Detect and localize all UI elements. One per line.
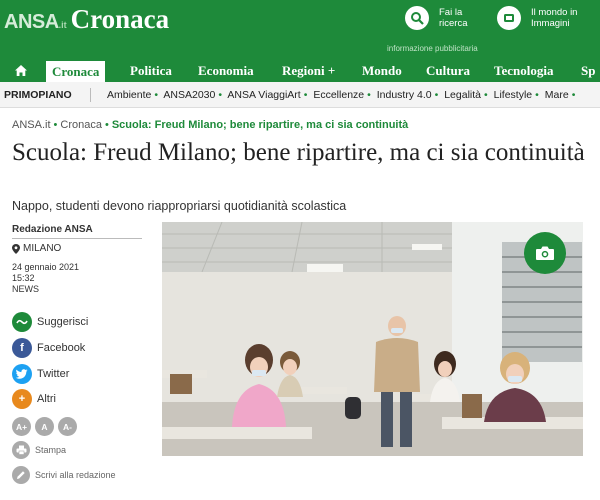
font-decrease-button[interactable]: A- [58, 417, 77, 436]
article-subtitle: Nappo, studenti devono riappropriarsi qu… [12, 199, 347, 213]
separator-dot: • [434, 89, 439, 101]
primopiano-label: PRIMOPIANO [4, 89, 72, 101]
share-suggest-label: Suggerisci [37, 316, 89, 328]
separator-dot: • [218, 89, 223, 101]
separator-dot: • [484, 89, 488, 101]
location-pin-icon [12, 243, 20, 254]
search-label-line1: Fai la [439, 7, 463, 18]
font-size-controls: A+ A A- [12, 417, 81, 436]
suggest-icon [12, 312, 32, 332]
divider [12, 238, 142, 239]
separator-dot: • [367, 89, 371, 101]
separator-dot: • [303, 89, 308, 101]
article-meta: Redazione ANSA MILANO 24 gennaio 2021 15… [12, 224, 152, 295]
breadcrumb-separator: • [104, 119, 109, 131]
section-title: Cronaca [70, 4, 170, 34]
subnav-link-legalita[interactable]: Legalità [444, 89, 481, 101]
nav-tab-cultura[interactable]: Cultura [424, 59, 472, 82]
share-facebook-label: Facebook [37, 342, 86, 354]
nav-tab-regioni[interactable]: Regioni + [280, 59, 337, 82]
world-label-line1: Il mondo in [531, 7, 578, 18]
breadcrumb-separator: • [53, 119, 58, 131]
classroom-photo [162, 222, 583, 456]
nav-tab-politica[interactable]: Politica [128, 59, 174, 82]
gallery-icon [497, 6, 521, 30]
world-images-label: Il mondo in Immagini [531, 7, 577, 29]
article-time: 15:32 [12, 273, 35, 283]
location-label: MILANO [23, 243, 62, 254]
home-icon [15, 65, 27, 76]
divider [90, 88, 91, 102]
share-facebook[interactable]: f Facebook [12, 338, 152, 358]
subnav-link-ambiente[interactable]: Ambiente [107, 89, 151, 101]
site-header: ANSA .it Cronaca Fai la ricerca Il mondo… [0, 0, 600, 59]
breadcrumb: ANSA.it • Cronaca • Scuola: Freud Milano; be… [12, 119, 408, 131]
search-icon [405, 6, 429, 30]
subnav-link-viaggiart[interactable]: ANSA ViaggiArt [227, 89, 300, 101]
article-category: NEWS [12, 284, 39, 294]
nav-tab-sport[interactable]: Sp [579, 59, 597, 82]
subnav-link-eccellenze[interactable]: Eccellenze [313, 89, 364, 101]
subnav-link-ansa2030[interactable]: ANSA2030 [163, 89, 215, 101]
article-location: MILANO [12, 243, 152, 254]
photo-gallery-button[interactable] [524, 232, 566, 274]
subnav-link-industry[interactable]: Industry 4.0 [377, 89, 432, 101]
print-icon [12, 441, 30, 459]
primopiano-links: Ambiente • ANSA2030 • ANSA ViaggiArt • Ecce… [107, 89, 578, 101]
nav-tab-cronaca[interactable]: Cronaca [46, 61, 106, 82]
breadcrumb-root[interactable]: ANSA.it [12, 119, 51, 131]
nav-tab-mondo[interactable]: Mondo [360, 59, 404, 82]
share-suggest[interactable]: Suggerisci [12, 312, 152, 332]
site-logo[interactable]: ANSA .it Cronaca [4, 4, 169, 35]
ad-label: informazione pubblicitaria [387, 44, 478, 53]
article-photo[interactable] [162, 222, 583, 456]
article-date: 24 gennaio 2021 [12, 262, 80, 272]
world-label-line2: Immagini [531, 18, 570, 29]
search-label-line2: ricerca [439, 18, 468, 29]
nav-home[interactable] [4, 59, 38, 82]
subnav-link-lifestyle[interactable]: Lifestyle [494, 89, 533, 101]
share-others[interactable]: + Altri [12, 389, 152, 409]
share-twitter[interactable]: Twitter [12, 364, 152, 384]
print-label: Stampa [35, 445, 67, 455]
logo-brand: ANSA [4, 11, 59, 33]
breadcrumb-section[interactable]: Cronaca [60, 119, 102, 131]
breadcrumb-current: Scuola: Freud Milano; bene ripartire, ma… [111, 119, 409, 131]
separator-dot: • [154, 89, 159, 101]
write-editor-button[interactable]: Scrivi alla redazione [12, 466, 116, 484]
share-others-label: Altri [37, 393, 56, 405]
share-twitter-label: Twitter [37, 368, 70, 380]
plus-icon: + [12, 389, 32, 409]
camera-icon [536, 246, 554, 260]
facebook-icon: f [12, 338, 32, 358]
logo-tld: .it [58, 20, 67, 30]
article-datetime: 24 gennaio 2021 15:32 NEWS [12, 262, 152, 295]
write-editor-label: Scrivi alla redazione [35, 470, 116, 480]
primopiano-bar: PRIMOPIANO Ambiente • ANSA2030 • ANSA Viag… [0, 82, 600, 108]
search-button[interactable]: Fai la ricerca [405, 6, 468, 30]
subnav-link-mare[interactable]: Mare [545, 89, 569, 101]
font-increase-button[interactable]: A+ [12, 417, 31, 436]
separator-dot: • [535, 89, 539, 101]
search-label: Fai la ricerca [439, 7, 468, 29]
font-normal-button[interactable]: A [35, 417, 54, 436]
nav-tab-economia[interactable]: Economia [196, 59, 256, 82]
main-nav: Cronaca Politica Economia Regioni + Mond… [0, 59, 600, 82]
world-images-button[interactable]: Il mondo in Immagini [497, 6, 577, 30]
twitter-icon [12, 364, 32, 384]
separator-dot: • [571, 89, 576, 101]
article-author: Redazione ANSA [12, 224, 93, 235]
nav-tab-tecnologia[interactable]: Tecnologia [492, 59, 555, 82]
pencil-icon [12, 466, 30, 484]
article-title: Scuola: Freud Milano; bene ripartire, ma… [12, 139, 585, 166]
print-button[interactable]: Stampa [12, 441, 66, 459]
